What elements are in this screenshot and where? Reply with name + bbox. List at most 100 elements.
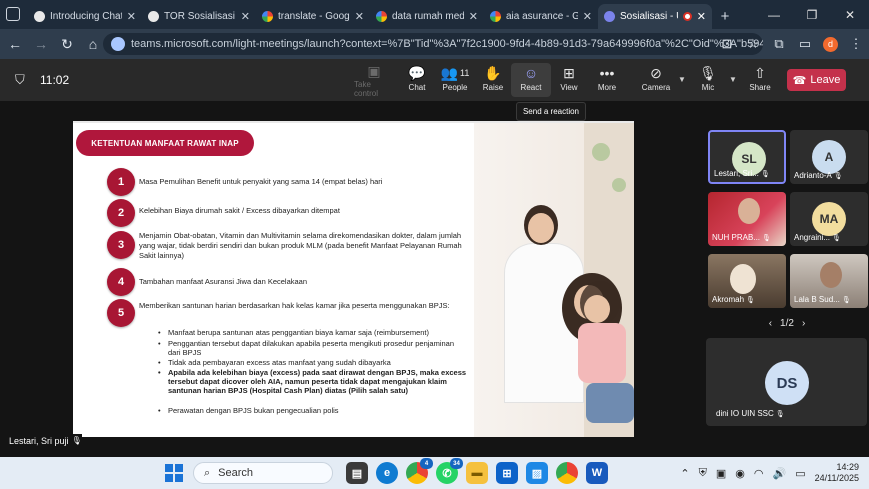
close-tab-icon[interactable]: ✕ bbox=[697, 10, 706, 23]
bookmark-star-icon[interactable]: ☆ bbox=[740, 36, 766, 52]
teams-tray-icon[interactable]: ▣ bbox=[716, 467, 726, 480]
search-icon: ⌕ bbox=[204, 466, 211, 479]
whatsapp-icon[interactable]: ✆ 34 bbox=[436, 458, 463, 484]
button-label: Leave bbox=[810, 74, 841, 86]
file-explorer-icon[interactable]: ▬ bbox=[466, 462, 488, 484]
new-tab-button[interactable]: + bbox=[712, 4, 738, 29]
word-icon[interactable]: W bbox=[586, 462, 608, 484]
share-button[interactable]: ⇧ Share bbox=[740, 63, 780, 97]
maximize-icon[interactable]: ❐ bbox=[793, 0, 831, 29]
react-button[interactable]: ☺ React bbox=[511, 63, 551, 97]
photos-icon[interactable]: ▨ bbox=[526, 462, 548, 484]
store-icon[interactable]: ⊞ bbox=[496, 462, 518, 484]
shared-slide: KETENTUAN MANFAAT RAWAT INAP 1 Masa Pemu… bbox=[73, 121, 634, 437]
participant-tile[interactable]: MA Angraini... 🎙 bbox=[790, 192, 868, 246]
edge-icon[interactable]: e bbox=[376, 462, 398, 484]
sub-item: Tidak ada pembayaran excess atas manfaat… bbox=[158, 358, 468, 367]
page-indicator: 1/2 bbox=[780, 318, 794, 329]
browser-tab-strip: Introducing ChatGPT ✕ TOR Sosialisasi As… bbox=[0, 0, 869, 29]
chevron-down-icon[interactable]: ▼ bbox=[678, 75, 686, 84]
people-icon: 👥 11 bbox=[440, 64, 470, 81]
browser-tab[interactable]: translate - Google Search ✕ bbox=[256, 4, 370, 29]
reload-icon[interactable]: ↻ bbox=[54, 36, 80, 53]
participant-tile[interactable]: Akromah 🎙 bbox=[708, 254, 786, 308]
presenter-name-tag: Lestari, Sri puji 🎙 bbox=[9, 434, 82, 447]
meeting-toolbar: ⛉ 11:02 ▣ Take control 💬 Chat 👥 11 People… bbox=[0, 59, 869, 101]
child-shirt bbox=[578, 323, 626, 383]
chevron-right-icon[interactable]: › bbox=[802, 318, 805, 329]
chrome-icon[interactable]: 4 bbox=[406, 458, 433, 484]
minimize-icon[interactable]: — bbox=[755, 0, 793, 29]
participant-name-tag: NUH PRAB... 🎙 bbox=[712, 233, 771, 242]
split-view-icon[interactable]: ▭ bbox=[792, 36, 818, 52]
more-button[interactable]: ••• More bbox=[587, 63, 627, 97]
location-icon[interactable]: ◉ bbox=[735, 467, 745, 480]
mic-off-icon: 🎙 bbox=[762, 234, 771, 242]
take-control-button[interactable]: ▣ Take control bbox=[354, 63, 394, 98]
close-tab-icon[interactable]: ✕ bbox=[355, 10, 364, 23]
participant-tile-large[interactable]: DS dini IO UIN SSC 🎙 bbox=[706, 338, 867, 426]
smiley-icon: ☺ bbox=[523, 65, 539, 81]
close-tab-icon[interactable]: ✕ bbox=[583, 10, 592, 23]
wifi-icon[interactable]: ◠ bbox=[754, 467, 764, 480]
people-button[interactable]: 👥 11 People bbox=[435, 63, 475, 97]
item-text: Tambahan manfaat Asuransi Jiwa dan Kecel… bbox=[139, 277, 308, 286]
task-view-icon[interactable]: ▤ bbox=[346, 462, 368, 484]
chevron-up-icon[interactable]: ⌃ bbox=[680, 467, 689, 480]
button-label: Share bbox=[749, 83, 771, 92]
browser-tab[interactable]: aia asurance - Google ✕ bbox=[484, 4, 598, 29]
mic-off-icon: 🎙 bbox=[841, 296, 851, 304]
mic-off-icon: 🎙 bbox=[746, 296, 755, 304]
button-label: Camera bbox=[641, 83, 671, 92]
security-icon[interactable]: ⛨ bbox=[699, 467, 707, 480]
tab-title: aia asurance - Google bbox=[506, 11, 578, 22]
battery-icon[interactable]: ▭ bbox=[795, 467, 805, 480]
extensions-icon[interactable]: ⧉ bbox=[766, 36, 792, 52]
leave-button[interactable]: ☎ Leave bbox=[787, 69, 846, 91]
tab-strip-icon[interactable] bbox=[6, 7, 20, 21]
browser-tab[interactable]: TOR Sosialisasi Asuransi ✕ bbox=[142, 4, 256, 29]
speaker-icon[interactable]: 🔊 bbox=[773, 467, 787, 480]
button-label: Take control bbox=[354, 80, 379, 98]
translate-icon[interactable]: ⊡ bbox=[714, 36, 740, 52]
camera-button[interactable]: ⊘ Camera bbox=[636, 63, 676, 97]
participant-face bbox=[738, 198, 760, 224]
menu-icon[interactable]: ⋮ bbox=[843, 36, 869, 52]
close-tab-icon[interactable]: ✕ bbox=[127, 10, 136, 23]
back-icon[interactable]: ← bbox=[2, 36, 28, 52]
close-tab-icon[interactable]: ✕ bbox=[469, 10, 478, 23]
participant-tile[interactable]: A Adrianto-A 🎙 bbox=[790, 130, 868, 184]
hand-icon: ✋ bbox=[484, 64, 502, 81]
clock[interactable]: 14:29 24/11/2025 bbox=[815, 462, 859, 484]
participant-tile[interactable]: Lala B Sud... 🎙 bbox=[790, 254, 868, 308]
item-text: Menjamin Obat-obatan, Vitamin dan Multiv… bbox=[139, 231, 462, 260]
chat-button[interactable]: 💬 Chat bbox=[397, 63, 437, 97]
chrome-profile-icon[interactable] bbox=[556, 462, 578, 484]
item-number: 4 bbox=[107, 268, 135, 296]
raise-hand-button[interactable]: ✋ Raise bbox=[473, 63, 513, 97]
address-bar[interactable]: teams.microsoft.com/light-meetings/launc… bbox=[103, 33, 763, 55]
participant-name: Angraini... bbox=[794, 233, 831, 242]
mic-button[interactable]: 🎙 Mic bbox=[688, 63, 728, 97]
button-label: React bbox=[520, 83, 542, 92]
taskbar-search[interactable]: ⌕ Search bbox=[193, 462, 333, 484]
browser-tab-active[interactable]: Sosialisasi - UIN ✕ bbox=[598, 4, 712, 29]
close-tab-icon[interactable]: ✕ bbox=[241, 10, 250, 23]
forward-icon[interactable]: → bbox=[28, 36, 54, 52]
view-button[interactable]: ⊞ View bbox=[549, 63, 589, 97]
participant-tile[interactable]: NUH PRAB... 🎙 bbox=[708, 192, 786, 246]
item-number: 1 bbox=[107, 168, 135, 196]
windows-start-icon[interactable] bbox=[165, 464, 183, 482]
button-label: View bbox=[560, 83, 578, 92]
browser-tab[interactable]: Introducing ChatGPT ✕ bbox=[28, 4, 142, 29]
profile-avatar[interactable]: d bbox=[823, 36, 838, 52]
chevron-down-icon[interactable]: ▼ bbox=[729, 75, 737, 84]
browser-tab[interactable]: data rumah medis ✕ bbox=[370, 4, 484, 29]
participant-tile[interactable]: SL Lestari, Sri... 🎙 bbox=[708, 130, 786, 184]
close-window-icon[interactable]: ✕ bbox=[831, 0, 869, 29]
system-tray: ⌃ ⛨ ▣ ◉ ◠ 🔊 ▭ 14:29 24/11/2025 bbox=[680, 457, 869, 489]
openai-icon bbox=[34, 11, 45, 22]
chevron-left-icon[interactable]: ‹ bbox=[769, 318, 772, 329]
participant-name-tag: Angraini... 🎙 bbox=[794, 233, 841, 242]
participant-name: Lestari, Sri... bbox=[714, 169, 759, 178]
